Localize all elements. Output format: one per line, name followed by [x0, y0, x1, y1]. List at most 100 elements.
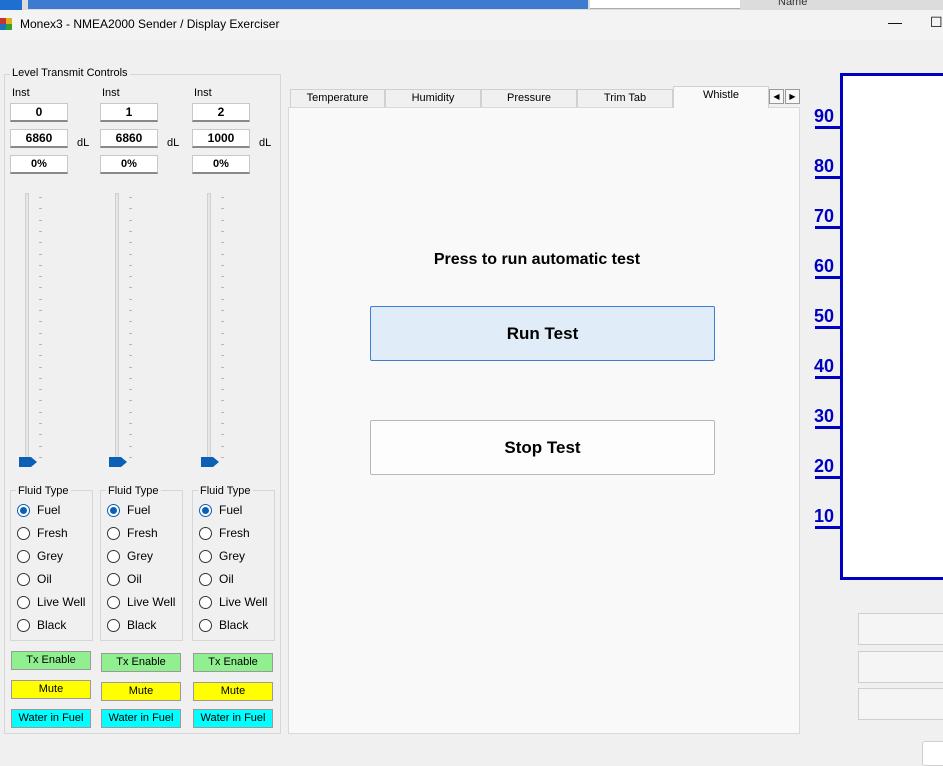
fluid-label: Grey: [219, 549, 246, 563]
inst-field[interactable]: 0: [10, 103, 68, 122]
fluid-radio-oil[interactable]: Oil: [17, 572, 52, 586]
fluid-radio-fuel[interactable]: Fuel: [17, 503, 60, 517]
level-slider-track[interactable]: [25, 193, 29, 466]
radio-circle[interactable]: [17, 503, 30, 517]
test-prompt: Press to run automatic test: [433, 251, 641, 268]
gauge-scale-line: [815, 376, 840, 379]
side-button-3[interactable]: [858, 688, 943, 720]
slider-thumb[interactable]: [109, 457, 127, 467]
fluid-radio-grey[interactable]: Grey: [17, 549, 63, 563]
percent-field: 0%: [10, 155, 68, 174]
mute-button[interactable]: Mute: [101, 682, 181, 701]
radio-circle[interactable]: [107, 572, 120, 586]
corner-button[interactable]: [922, 741, 943, 766]
fluid-radio-fuel[interactable]: Fuel: [199, 503, 242, 517]
tx-enable-button[interactable]: Tx Enable: [193, 653, 273, 672]
radio-circle[interactable]: [107, 595, 120, 609]
level-slider-track[interactable]: [207, 193, 211, 466]
fluid-radio-black[interactable]: Black: [199, 618, 248, 632]
radio-circle[interactable]: [199, 526, 212, 540]
radio-circle[interactable]: [17, 618, 30, 632]
fluid-radio-black[interactable]: Black: [107, 618, 156, 632]
level-value-field[interactable]: 6860: [10, 129, 68, 148]
fluid-radio-fresh[interactable]: Fresh: [199, 526, 250, 540]
fluid-radio-fresh[interactable]: Fresh: [17, 526, 68, 540]
gauge-scale-label: 10: [814, 506, 835, 526]
fluid-radio-live-well[interactable]: Live Well: [17, 595, 85, 609]
tab-pressure[interactable]: Pressure: [481, 89, 577, 107]
radio-circle[interactable]: [199, 549, 212, 563]
slider-thumb[interactable]: [201, 457, 219, 467]
fluid-radio-live-well[interactable]: Live Well: [107, 595, 175, 609]
radio-circle[interactable]: [107, 503, 120, 517]
run-test-button[interactable]: Run Test: [370, 306, 715, 361]
fluid-radio-black[interactable]: Black: [17, 618, 66, 632]
side-button-1[interactable]: [858, 613, 943, 645]
fluid-label: Oil: [127, 572, 142, 586]
minimize-button[interactable]: —: [888, 14, 902, 30]
radio-circle[interactable]: [199, 618, 212, 632]
fluid-label: Fuel: [219, 503, 243, 517]
water-in-fuel-button[interactable]: Water in Fuel: [193, 709, 273, 728]
radio-circle[interactable]: [107, 549, 120, 563]
radio-circle[interactable]: [107, 618, 120, 632]
maximize-button[interactable]: ☐: [930, 14, 943, 31]
gauge-scale-line: [815, 126, 840, 129]
slider-ticks: [39, 197, 43, 467]
fluid-radio-live-well[interactable]: Live Well: [199, 595, 267, 609]
radio-circle[interactable]: [17, 572, 30, 586]
fluid-radio-grey[interactable]: Grey: [199, 549, 245, 563]
fluid-label: Live Well: [219, 595, 268, 609]
mute-button[interactable]: Mute: [11, 680, 91, 699]
slider-thumb[interactable]: [19, 457, 37, 467]
inst-field[interactable]: 2: [192, 103, 250, 122]
inst-label: Inst: [102, 87, 120, 99]
fluid-radio-fuel[interactable]: Fuel: [107, 503, 150, 517]
radio-circle[interactable]: [17, 526, 30, 540]
unit-label: dL: [167, 137, 180, 149]
radio-circle[interactable]: [17, 549, 30, 563]
tab-scroll-left-button[interactable]: ◀: [769, 89, 784, 104]
gauge-scale-label: 50: [814, 306, 835, 326]
fluid-radio-fresh[interactable]: Fresh: [107, 526, 158, 540]
gauge-scale-line: [815, 176, 840, 179]
gauge-scale-line: [815, 426, 840, 429]
level-slider-track[interactable]: [115, 193, 119, 466]
radio-circle[interactable]: [17, 595, 30, 609]
level-value-field[interactable]: 6860: [100, 129, 158, 148]
gauge-scale-label: 40: [814, 356, 835, 376]
inst-field[interactable]: 1: [100, 103, 158, 122]
tab-whistle[interactable]: Whistle: [673, 86, 769, 108]
fluid-label: Grey: [37, 549, 64, 563]
window-title: Monex3 - NMEA2000 Sender / Display Exerc…: [20, 17, 280, 31]
radio-circle[interactable]: [199, 503, 212, 517]
level-value-field[interactable]: 1000: [192, 129, 250, 148]
tx-enable-button[interactable]: Tx Enable: [101, 653, 181, 672]
radio-circle[interactable]: [199, 572, 212, 586]
gauge-scale-line: [815, 526, 840, 529]
gauge-scale-label: 30: [814, 406, 835, 426]
water-in-fuel-button[interactable]: Water in Fuel: [101, 709, 181, 728]
mute-button[interactable]: Mute: [193, 682, 273, 701]
side-button-2[interactable]: [858, 651, 943, 683]
water-in-fuel-button[interactable]: Water in Fuel: [11, 709, 91, 728]
fluid-radio-grey[interactable]: Grey: [107, 549, 153, 563]
stop-test-button[interactable]: Stop Test: [370, 420, 715, 475]
gauge-scale-label: 60: [814, 256, 835, 276]
tab-temperature[interactable]: Temperature: [290, 89, 385, 107]
percent-field: 0%: [100, 155, 158, 174]
fluid-radio-oil[interactable]: Oil: [107, 572, 142, 586]
tab-scroll-right-button[interactable]: ▶: [785, 89, 800, 104]
fluid-label: Fuel: [127, 503, 151, 517]
inst-label: Inst: [12, 87, 30, 99]
tab-humidity[interactable]: Humidity: [385, 89, 481, 107]
fluid-label: Fuel: [37, 503, 61, 517]
tab-trim-tab[interactable]: Trim Tab: [577, 89, 673, 107]
fluid-label: Fresh: [37, 526, 68, 540]
unit-label: dL: [77, 137, 90, 149]
tx-enable-button[interactable]: Tx Enable: [11, 651, 91, 670]
radio-circle[interactable]: [107, 526, 120, 540]
gauge-scale-label: 20: [814, 456, 835, 476]
fluid-radio-oil[interactable]: Oil: [199, 572, 234, 586]
radio-circle[interactable]: [199, 595, 212, 609]
